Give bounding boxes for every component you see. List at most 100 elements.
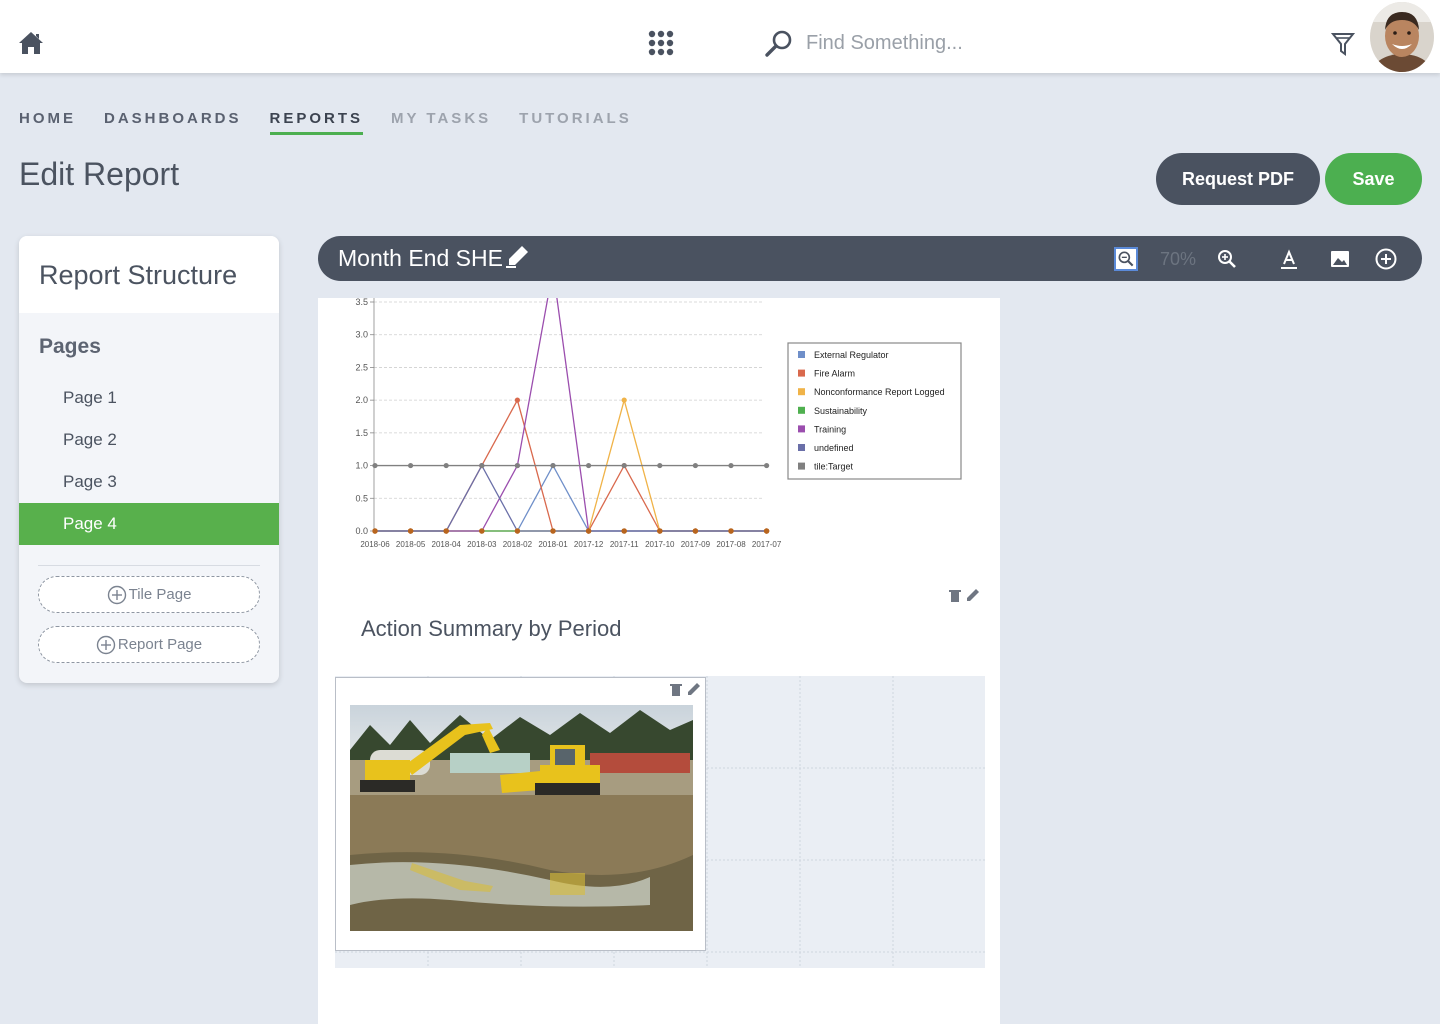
add-circle-icon[interactable] xyxy=(1375,248,1397,270)
data-point xyxy=(586,462,592,469)
zoom-level: 70% xyxy=(1160,249,1197,269)
data-point xyxy=(728,528,734,534)
text-format-icon[interactable] xyxy=(1278,248,1300,270)
data-point xyxy=(479,462,485,469)
sidebar-page-4[interactable]: Page 4 xyxy=(19,503,279,545)
construction-site-photo xyxy=(350,705,693,931)
data-point xyxy=(692,528,698,534)
nav-dashboards[interactable]: DASHBOARDS xyxy=(104,110,242,135)
series-line xyxy=(375,298,767,532)
data-point xyxy=(514,397,520,403)
data-point xyxy=(443,462,449,469)
main-nav: HOME DASHBOARDS REPORTS MY TASKS TUTORIA… xyxy=(19,110,660,135)
y-tick-label: 0.0 xyxy=(355,526,368,536)
nav-my-tasks[interactable]: MY TASKS xyxy=(391,110,491,135)
data-point xyxy=(443,528,449,534)
delete-icon[interactable] xyxy=(670,684,682,696)
home-icon[interactable] xyxy=(18,30,44,56)
y-tick-label: 1.0 xyxy=(355,461,368,471)
y-tick-label: 2.0 xyxy=(355,395,368,405)
image-icon[interactable] xyxy=(1329,248,1351,270)
filter-icon[interactable] xyxy=(1330,30,1356,58)
data-point xyxy=(514,528,520,534)
series-line xyxy=(375,464,767,532)
request-pdf-button[interactable]: Request PDF xyxy=(1156,153,1320,205)
x-tick-label: 2018-06 xyxy=(360,540,390,549)
image-tile-actions xyxy=(670,683,700,696)
legend-label: tile:Target xyxy=(814,462,854,472)
add-tile-page-label: Tile Page xyxy=(128,586,192,603)
avatar[interactable] xyxy=(1370,2,1434,72)
divider xyxy=(38,565,260,566)
data-point xyxy=(657,462,663,469)
legend-label: Sustainability xyxy=(814,406,868,416)
data-point xyxy=(621,397,627,403)
search-icon[interactable] xyxy=(764,29,794,59)
edit-title-icon[interactable] xyxy=(506,244,530,268)
y-tick-label: 0.5 xyxy=(355,493,368,503)
x-tick-label: 2018-02 xyxy=(503,540,533,549)
legend-label: Fire Alarm xyxy=(814,369,855,379)
plus-circle-icon xyxy=(107,585,126,604)
chart-tile-actions xyxy=(949,589,979,602)
edit-icon[interactable] xyxy=(967,589,979,601)
page-title: Edit Report xyxy=(19,156,180,192)
edit-icon[interactable] xyxy=(688,683,700,695)
data-point xyxy=(372,462,378,469)
report-toolbar: Month End SHE 70% xyxy=(318,236,1422,281)
data-point xyxy=(514,462,520,469)
legend-swatch xyxy=(798,351,805,358)
report-title: Month End SHE xyxy=(338,245,503,271)
legend-swatch xyxy=(798,462,805,470)
x-tick-label: 2017-12 xyxy=(574,540,604,549)
data-point xyxy=(550,462,556,469)
data-point xyxy=(728,462,734,469)
data-point xyxy=(372,528,378,534)
x-tick-label: 2017-08 xyxy=(716,540,746,549)
data-point xyxy=(586,528,592,534)
zoom-in-icon[interactable] xyxy=(1216,248,1238,270)
legend-label: Nonconformance Report Logged xyxy=(814,387,945,397)
zoom-fit-icon[interactable] xyxy=(1114,247,1138,271)
legend-swatch xyxy=(798,388,805,396)
data-point xyxy=(479,528,485,534)
legend-swatch xyxy=(798,406,805,414)
x-tick-label: 2017-10 xyxy=(645,540,675,549)
delete-icon[interactable] xyxy=(949,590,961,602)
legend-swatch xyxy=(798,369,805,377)
search-input[interactable] xyxy=(806,26,1106,60)
x-tick-label: 2018-04 xyxy=(432,540,462,549)
report-canvas: 0.0 0.5 1.0 1.5 2.0 2.5 3.0 3.5 2018-06 2018-05 20… xyxy=(318,298,1000,1024)
sidebar-page-3[interactable]: Page 3 xyxy=(19,461,279,503)
data-point xyxy=(692,462,698,469)
data-point xyxy=(621,462,627,469)
nav-reports[interactable]: REPORTS xyxy=(269,110,364,135)
plus-circle-icon xyxy=(96,635,116,654)
data-point xyxy=(408,528,414,534)
x-tick-label: 2017-11 xyxy=(610,540,639,549)
x-tick-label: 2018-01 xyxy=(538,540,568,549)
legend-swatch xyxy=(798,425,805,433)
y-tick-label: 3.0 xyxy=(355,330,368,340)
y-tick-label: 2.5 xyxy=(355,362,368,372)
sidebar-page-2[interactable]: Page 2 xyxy=(19,419,279,461)
data-point xyxy=(764,462,770,469)
x-tick-label: 2018-03 xyxy=(467,540,497,549)
legend-swatch xyxy=(798,444,805,451)
apps-icon[interactable] xyxy=(648,30,674,56)
sidebar-page-1[interactable]: Page 1 xyxy=(19,377,279,419)
line-chart: 0.0 0.5 1.0 1.5 2.0 2.5 3.0 3.5 2018-06 2018-05 20… xyxy=(355,298,962,549)
section-title: Action Summary by Period xyxy=(361,616,622,641)
nav-home[interactable]: HOME xyxy=(19,110,76,135)
add-report-page-label: Report Page xyxy=(117,636,203,653)
nav-tutorials[interactable]: TUTORIALS xyxy=(519,110,632,135)
x-tick-label: 2018-05 xyxy=(396,540,426,549)
data-point xyxy=(408,462,414,469)
x-tick-label: 2017-09 xyxy=(681,540,711,549)
add-tile-page-button[interactable]: Tile Page xyxy=(38,576,260,613)
top-bar xyxy=(0,0,1440,73)
image-tile[interactable] xyxy=(335,677,706,951)
report-structure-panel: Report Structure Pages Page 1 Page 2 Pag… xyxy=(19,236,279,683)
add-report-page-button[interactable]: Report Page xyxy=(38,626,260,663)
save-button[interactable]: Save xyxy=(1325,153,1422,205)
